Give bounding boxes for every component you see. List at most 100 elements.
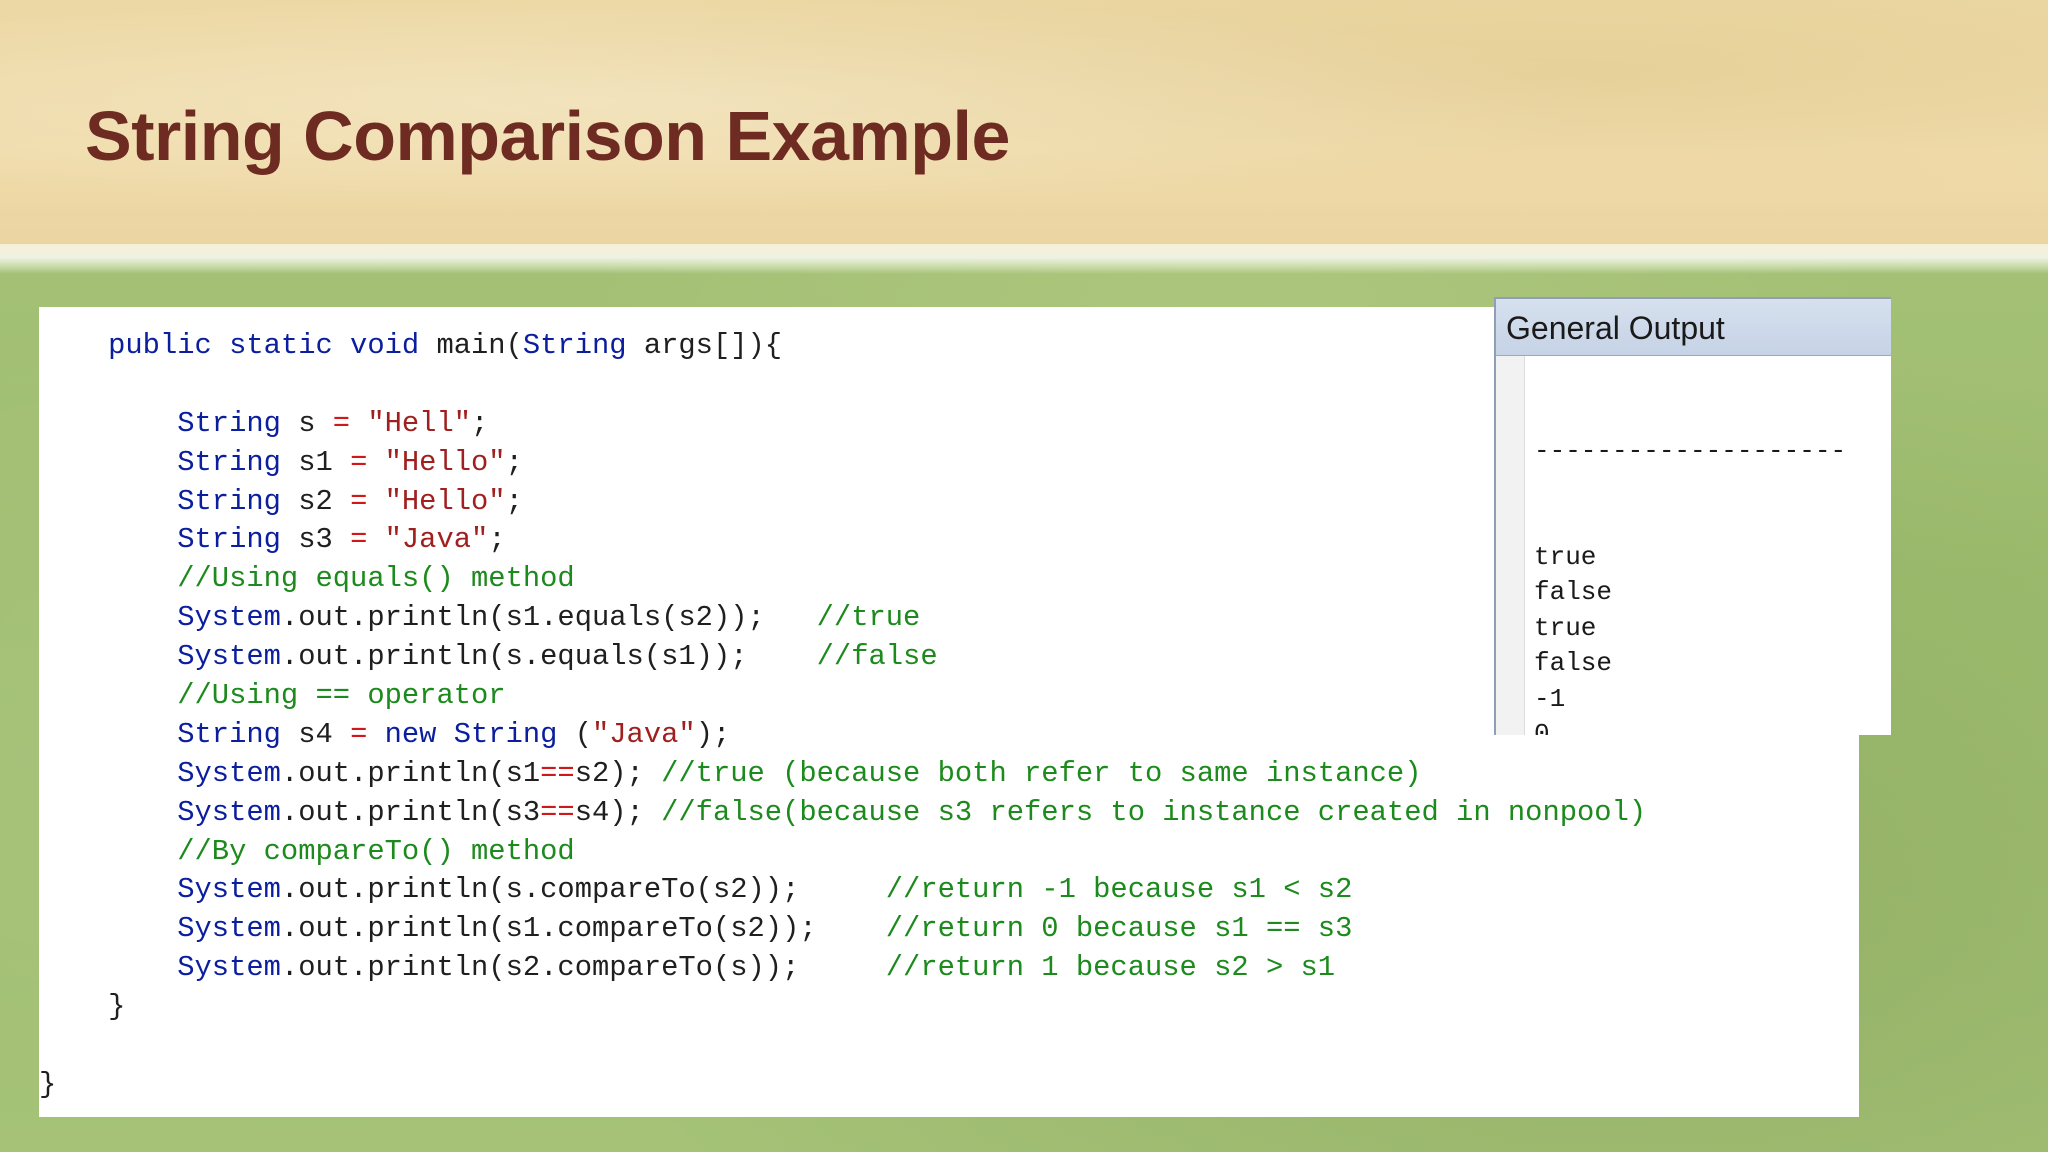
output-line: false [1534, 577, 1613, 608]
code-token: System [177, 756, 281, 790]
code-token: //return 0 because s1 == s3 [885, 912, 1353, 946]
code-token: String [177, 406, 281, 440]
output-separator: -------------------- [1534, 435, 1847, 466]
code-token: new String [384, 717, 558, 751]
code-token: "Hello" [384, 484, 506, 518]
code-token: args[]){ [626, 329, 783, 362]
code-token: ( [557, 717, 592, 751]
code-token: s3 [280, 523, 351, 557]
code-token: String [177, 484, 281, 518]
code-token: == [540, 756, 575, 790]
code-line: System.out.println(s3==s4); //false(beca… [39, 794, 1646, 833]
code-line: String s1 = "Hello"; [39, 444, 1646, 483]
code-token: .out.println(s1.equals(s2)); [280, 601, 817, 635]
code-token: System [177, 601, 281, 635]
code-line: System.out.println(s.compareTo(s2)); //r… [39, 871, 1646, 910]
code-token: = [350, 445, 368, 479]
code-line: System.out.println(s1.equals(s2)); //tru… [39, 599, 1646, 638]
code-line: String s = "Hell"; [39, 405, 1646, 444]
code-token: .out.println(s.equals(s1)); [280, 640, 817, 674]
code-token: "Hell" [367, 406, 472, 440]
code-token: System [177, 951, 281, 985]
output-line: 0 [1534, 718, 1550, 735]
code-line: //Using == operator [39, 677, 1646, 716]
code-token: } [39, 990, 126, 1024]
output-line: false [1534, 648, 1613, 679]
code-line: String s4 = new String ("Java"); [39, 716, 1646, 755]
code-token: "Java" [592, 717, 696, 751]
code-token: ); [695, 717, 731, 751]
output-console: -------------------- true false true false -… [1534, 363, 1846, 735]
code-token: = [350, 717, 368, 751]
code-token: //return 1 because s2 > s1 [885, 951, 1336, 985]
code-token: String [522, 329, 627, 362]
code-line: } [39, 1066, 1646, 1105]
code-token: System [177, 640, 281, 674]
slide-title: String Comparison Example [85, 97, 1010, 175]
code-token: .out.println(s3 [280, 795, 541, 829]
code-token: s [280, 406, 333, 440]
code-token: //true (because both refer to same insta… [661, 756, 1422, 790]
code-token: s1 [280, 445, 351, 479]
code-line: //Using equals() method [39, 560, 1646, 599]
code-token: String [177, 523, 281, 557]
code-token: s4); [574, 795, 662, 829]
code-token: ; [471, 406, 489, 440]
output-gutter [1496, 356, 1525, 735]
code-token: s4 [280, 717, 351, 751]
code-token: ; [505, 484, 523, 518]
code-token: "Hello" [384, 445, 506, 479]
code-token: = [332, 406, 351, 440]
code-listing: public static void main(String args[]){ … [39, 327, 1646, 1105]
output-line: true [1534, 542, 1597, 573]
code-line: System.out.println(s1.compareTo(s2)); //… [39, 910, 1646, 949]
code-token: System [177, 795, 281, 829]
code-token: //false [816, 640, 938, 674]
code-token: System [177, 873, 281, 907]
code-token: .out.println(s.compareTo(s2)); [280, 873, 886, 907]
code-token: ; [488, 523, 506, 557]
code-token: .out.println(s1 [280, 756, 541, 790]
code-line: String s2 = "Hello"; [39, 483, 1646, 522]
code-token: ( [505, 329, 523, 362]
code-token: //Using == operator [177, 679, 506, 713]
code-token: s2); [574, 756, 662, 790]
code-token: main [419, 329, 506, 362]
code-line: } [39, 988, 1646, 1027]
code-token: String [177, 445, 281, 479]
code-token: = [350, 523, 368, 557]
code-token: //false(because s3 refers to instance cr… [661, 795, 1647, 829]
code-token: String [177, 717, 281, 751]
code-token: .out.println(s2.compareTo(s)); [280, 951, 886, 985]
code-line: String s3 = "Java"; [39, 521, 1646, 560]
header-torn-edge [0, 244, 2048, 274]
code-token: //By compareTo() method [177, 834, 575, 868]
output-titlebar: General Output [1496, 299, 1891, 356]
code-line: //By compareTo() method [39, 833, 1646, 872]
code-token: ; [505, 445, 523, 479]
code-token: s2 [280, 484, 351, 518]
code-token: //return -1 because s1 < s2 [885, 873, 1353, 907]
code-token: = [350, 484, 368, 518]
output-line: -1 [1534, 683, 1566, 714]
code-token: "Java" [384, 523, 489, 557]
code-token: == [540, 795, 575, 829]
